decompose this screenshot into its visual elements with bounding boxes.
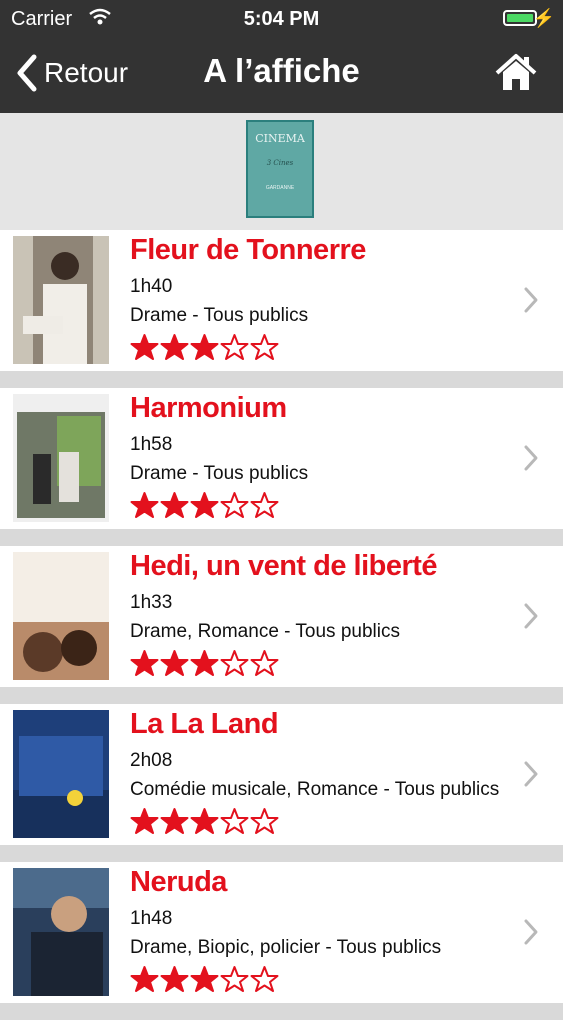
star-filled-icon xyxy=(130,966,159,992)
chevron-right-icon xyxy=(524,287,538,313)
star-filled-icon xyxy=(190,966,219,992)
chevron-right-icon xyxy=(524,445,538,471)
star-empty-icon xyxy=(220,966,249,992)
star-filled-icon xyxy=(190,808,219,834)
movie-duration: 1h58 xyxy=(130,434,173,455)
star-empty-icon xyxy=(220,808,249,834)
movie-poster xyxy=(13,552,109,680)
movie-duration: 1h33 xyxy=(130,592,173,613)
star-filled-icon xyxy=(190,650,219,676)
star-filled-icon xyxy=(160,492,189,518)
movie-poster xyxy=(13,394,109,522)
star-empty-icon xyxy=(250,650,279,676)
chevron-right-icon xyxy=(524,761,538,787)
star-empty-icon xyxy=(250,334,279,360)
movie-title: La La Land xyxy=(130,708,279,740)
star-filled-icon xyxy=(130,650,159,676)
cinema-banner: CINEMA 3 Cines GARDANNE xyxy=(0,113,563,230)
chevron-right-icon xyxy=(524,603,538,629)
movie-poster xyxy=(13,236,109,364)
movie-list: Fleur de Tonnerre 1h40 Drame - Tous publ… xyxy=(0,230,563,1020)
star-filled-icon xyxy=(160,334,189,360)
movie-title: Neruda xyxy=(130,866,227,898)
cinema-logo: CINEMA 3 Cines GARDANNE xyxy=(246,120,314,218)
movie-duration: 1h40 xyxy=(130,276,173,297)
charging-icon: ⚡ xyxy=(532,8,555,28)
chevron-right-icon xyxy=(524,919,538,945)
movie-row[interactable]: Hedi, un vent de liberté 1h33 Drame, Rom… xyxy=(0,546,563,687)
star-empty-icon xyxy=(220,492,249,518)
navigation-bar: Carrier 5:04 PM ⚡ Retour A l’affiche xyxy=(0,0,563,113)
movie-row[interactable]: Fleur de Tonnerre 1h40 Drame - Tous publ… xyxy=(0,230,563,371)
status-time: 5:04 PM xyxy=(243,8,320,30)
star-filled-icon xyxy=(130,334,159,360)
star-filled-icon xyxy=(160,966,189,992)
star-empty-icon xyxy=(220,650,249,676)
movie-rating xyxy=(130,965,523,992)
home-icon[interactable] xyxy=(495,52,537,92)
movie-genre: Drame - Tous publics xyxy=(130,305,309,326)
movie-duration: 1h48 xyxy=(130,908,173,929)
star-empty-icon xyxy=(250,808,279,834)
star-filled-icon xyxy=(160,650,189,676)
movie-rating xyxy=(130,649,523,676)
star-filled-icon xyxy=(190,492,219,518)
movie-title: Fleur de Tonnerre xyxy=(130,234,366,266)
movie-duration: 2h08 xyxy=(130,750,173,771)
status-bar: Carrier 5:04 PM ⚡ xyxy=(0,0,563,36)
star-filled-icon xyxy=(190,334,219,360)
movie-row[interactable]: Neruda 1h48 Drame, Biopic, policier - To… xyxy=(0,862,563,1003)
movie-poster xyxy=(13,710,109,838)
logo-text-city: GARDANNE xyxy=(265,185,295,191)
movie-poster xyxy=(13,868,109,996)
movie-rating xyxy=(130,491,523,518)
star-empty-icon xyxy=(250,966,279,992)
movie-title: Hedi, un vent de liberté xyxy=(130,550,438,582)
logo-text-name: 3 Cines xyxy=(266,159,294,167)
star-empty-icon xyxy=(250,492,279,518)
movie-title: Harmonium xyxy=(130,392,287,424)
logo-text-cinema: CINEMA xyxy=(255,132,305,145)
star-filled-icon xyxy=(160,808,189,834)
movie-genre: Comédie musicale, Romance - Tous publics xyxy=(130,779,500,800)
star-filled-icon xyxy=(130,808,159,834)
movie-rating xyxy=(130,333,523,360)
page-title: A l’affiche xyxy=(203,52,360,89)
movie-genre: Drame - Tous publics xyxy=(130,463,309,484)
movie-row[interactable]: Harmonium 1h58 Drame - Tous publics xyxy=(0,388,563,529)
movie-genre: Drame, Romance - Tous publics xyxy=(130,621,400,642)
movie-genre: Drame, Biopic, policier - Tous publics xyxy=(130,937,442,958)
movie-row[interactable]: La La Land 2h08 Comédie musicale, Romanc… xyxy=(0,704,563,845)
star-filled-icon xyxy=(130,492,159,518)
star-empty-icon xyxy=(220,334,249,360)
movie-rating xyxy=(130,807,523,834)
